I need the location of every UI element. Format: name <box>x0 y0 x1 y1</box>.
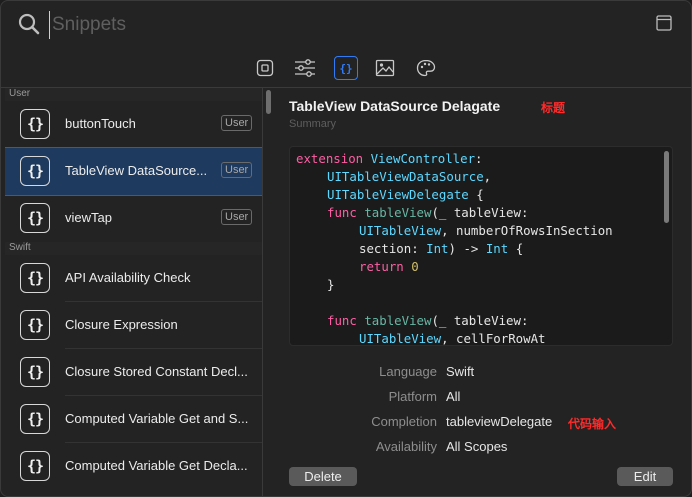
code-token: , numberOfRowsInSection <box>441 223 613 238</box>
code-snippet-icon: {} <box>20 109 50 139</box>
snippet-detail: TableView DataSource Delagate 标题 Summary… <box>273 88 691 496</box>
code-braces-icon: {} <box>339 62 352 75</box>
code-token: return <box>359 259 412 274</box>
title-annotation: 标题 <box>541 101 566 115</box>
code-token: tableView <box>364 313 432 328</box>
code-token: (_ tableView: <box>431 205 529 220</box>
language-label: Language <box>379 364 437 379</box>
code-token: , <box>483 169 492 184</box>
code-token: UITableView <box>359 331 442 346</box>
list-item-label: API Availability Check <box>65 270 191 285</box>
list-item-label: Computed Variable Get and S... <box>65 411 249 426</box>
code-token: ) -> <box>448 241 486 256</box>
code-token: UITableView <box>359 223 442 238</box>
image-icon <box>375 59 395 77</box>
code-snippet-icon: {} <box>20 203 50 233</box>
code-token: section: <box>359 241 427 256</box>
availability-value[interactable]: All Scopes <box>446 439 507 454</box>
section-header-swift: Swift <box>5 242 262 255</box>
search-bar <box>1 1 691 49</box>
snippet-list: User {} buttonTouch User {} TableView Da… <box>5 88 263 496</box>
list-item-label: Computed Variable Get Decla... <box>65 458 248 473</box>
code-snippet-icon: {} <box>20 451 50 481</box>
completion-annotation: 代码输入 <box>568 417 617 431</box>
code-token: UITableViewDelegate <box>327 187 469 202</box>
list-item-label: viewTap <box>65 210 112 225</box>
tab-modifiers[interactable] <box>293 56 317 80</box>
code-token: { <box>508 241 524 256</box>
list-item-label: buttonTouch <box>65 116 136 131</box>
code-token: { <box>468 187 484 202</box>
list-item[interactable]: {} Computed Variable Get Decla... <box>5 443 262 490</box>
code-token: 0 <box>411 259 419 274</box>
code-token: ViewController <box>370 151 476 166</box>
code-scrollbar[interactable] <box>664 151 669 223</box>
delete-button[interactable]: Delete <box>289 467 357 486</box>
svg-text:{}: {} <box>339 62 352 75</box>
tab-colors[interactable] <box>414 56 438 80</box>
code-snippet-icon: {} <box>20 357 50 387</box>
edit-button[interactable]: Edit <box>617 467 673 486</box>
code-token: (_ tableView: <box>431 313 529 328</box>
code-token: extension <box>296 151 371 166</box>
code-token: UITableViewDataSource <box>327 169 484 184</box>
code-snippet-icon: {} <box>20 404 50 434</box>
tab-snippets[interactable] <box>253 56 277 80</box>
list-item[interactable]: {} viewTap User <box>5 195 262 242</box>
list-item-selected[interactable]: {} TableView DataSource... User <box>5 147 262 196</box>
tab-code-snippets[interactable]: {} <box>334 56 358 80</box>
availability-label: Availability <box>375 439 437 454</box>
user-badge: User <box>221 209 253 225</box>
search-icon <box>18 13 40 35</box>
code-snippet-icon: {} <box>20 156 50 186</box>
square-icon <box>256 59 274 77</box>
code-token: tableView <box>364 205 432 220</box>
scrollbar-thumb[interactable] <box>266 90 271 114</box>
completion-value[interactable]: tableviewDelegate <box>446 414 552 429</box>
palette-icon <box>416 59 436 77</box>
code-snippet-icon: {} <box>20 310 50 340</box>
platform-label: Platform <box>388 389 437 404</box>
code-token: , cellForRowAt <box>441 331 546 346</box>
list-item[interactable]: {} Closure Stored Constant Decl... <box>5 349 262 396</box>
list-item[interactable]: {} API Availability Check <box>5 255 262 302</box>
code-token: func <box>327 205 365 220</box>
section-header-user: User <box>5 88 262 101</box>
snippet-library-window: {} User {} buttonTouch User <box>0 0 692 497</box>
list-item[interactable]: {} buttonTouch User <box>5 101 262 148</box>
code-token: : <box>475 151 483 166</box>
window-toggle-icon[interactable] <box>656 15 672 31</box>
code-token: func <box>327 313 365 328</box>
platform-value[interactable]: All <box>446 389 460 404</box>
snippet-summary[interactable]: Summary <box>289 118 336 130</box>
code-token: Int <box>485 241 509 256</box>
user-badge: User <box>221 115 253 131</box>
library-toolbar: {} <box>1 51 691 87</box>
completion-label: Completion <box>371 414 437 429</box>
code-snippet-icon: {} <box>20 263 50 293</box>
sidebar-scrollbar[interactable] <box>264 90 271 496</box>
code-token: Int <box>426 241 449 256</box>
snippet-title[interactable]: TableView DataSource Delagate <box>289 98 500 114</box>
code-token: } <box>327 277 335 292</box>
language-value[interactable]: Swift <box>446 364 474 379</box>
list-item-label: TableView DataSource... <box>65 163 208 178</box>
code-editor[interactable]: extension ViewController: UITableViewDat… <box>289 146 673 346</box>
list-item[interactable]: {} Closure Expression <box>5 302 262 349</box>
list-item-label: Closure Expression <box>65 317 178 332</box>
list-item[interactable]: {} Computed Variable Get and S... <box>5 396 262 443</box>
list-item-label: Closure Stored Constant Decl... <box>65 364 248 379</box>
sliders-icon <box>295 59 315 77</box>
tab-media[interactable] <box>373 56 397 80</box>
search-input[interactable] <box>49 11 629 39</box>
user-badge: User <box>221 162 253 178</box>
